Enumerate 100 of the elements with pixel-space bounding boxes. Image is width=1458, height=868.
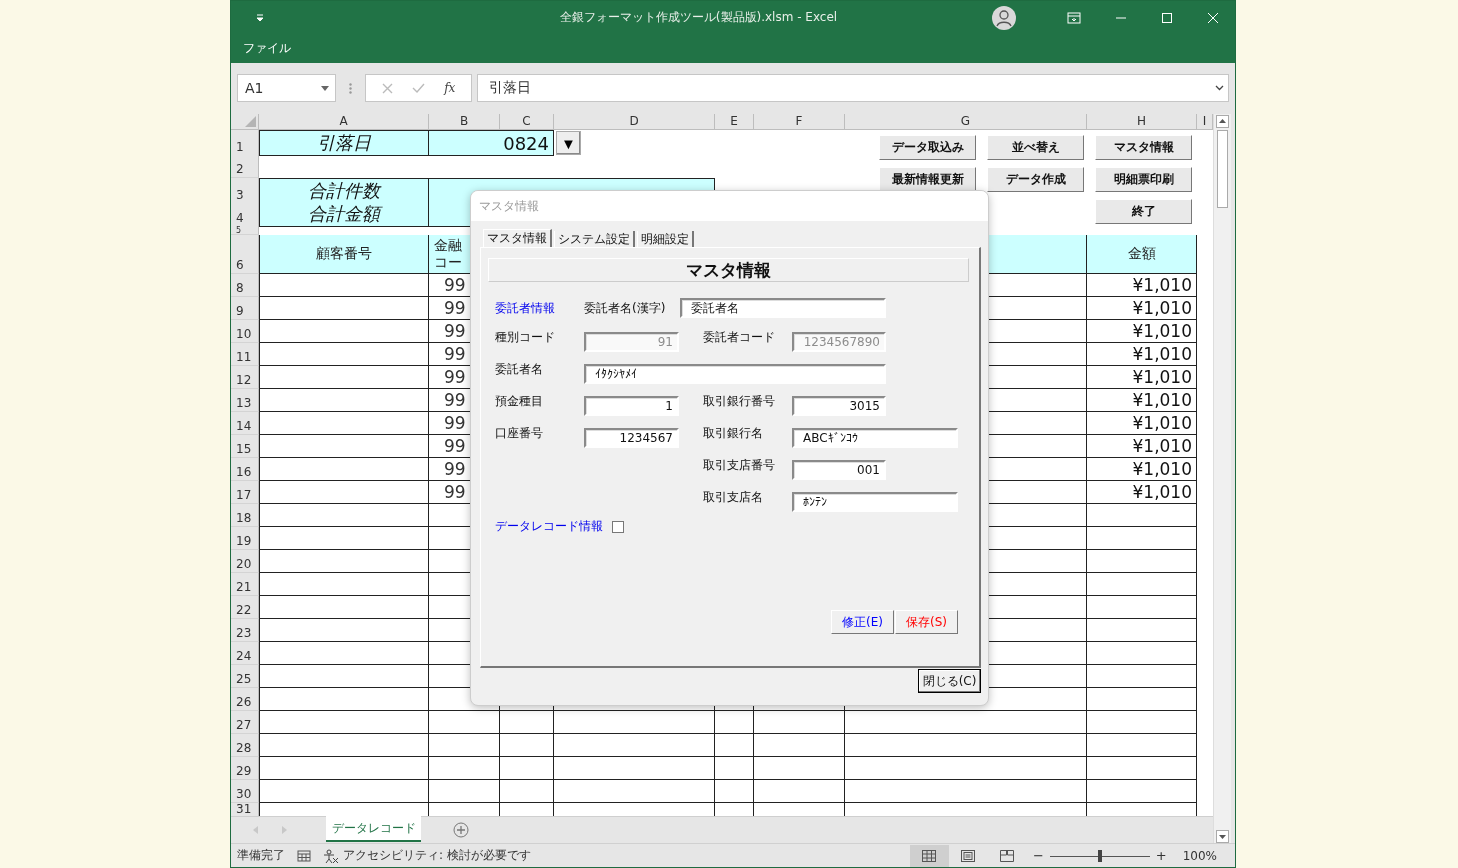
row-header[interactable]: 15	[231, 435, 259, 459]
row-header[interactable]: 11	[231, 343, 259, 367]
row-header[interactable]: 28	[231, 734, 259, 758]
zoom-slider[interactable]	[1049, 848, 1150, 863]
scroll-down-icon[interactable]	[1216, 830, 1229, 844]
row-header[interactable]: 2	[231, 154, 259, 179]
sheet-tab[interactable]: データレコード	[326, 816, 421, 843]
row-header[interactable]: 8	[231, 274, 259, 298]
column-header[interactable]: C	[500, 114, 554, 130]
row-header[interactable]: 24	[231, 642, 259, 666]
column-header[interactable]: H	[1087, 114, 1197, 130]
ribbon-display-icon[interactable]	[1067, 11, 1081, 24]
file-menu[interactable]: ファイル	[243, 40, 291, 58]
accessibility-status[interactable]: アクセシビリティ: 検討が必要です	[343, 847, 531, 865]
caret-icon	[321, 85, 329, 91]
page-break-icon	[1000, 849, 1015, 862]
row-header[interactable]: 26	[231, 688, 259, 712]
insert-function-button[interactable]: fx	[444, 81, 456, 96]
dropdown-button[interactable]: ▼	[556, 131, 581, 156]
accessibility-icon[interactable]	[323, 848, 339, 863]
row-header[interactable]: 12	[231, 366, 259, 390]
close-icon[interactable]	[1207, 11, 1219, 24]
row-header[interactable]: 3	[231, 178, 259, 205]
text-field[interactable]: ﾎﾝﾃﾝ	[792, 492, 958, 512]
column-header[interactable]: F	[754, 114, 845, 130]
table-cell: ¥1,010	[1087, 435, 1197, 459]
row-header[interactable]: 18	[231, 504, 259, 528]
row-header[interactable]: 31	[231, 803, 259, 817]
column-header[interactable]: G	[845, 114, 1087, 130]
zoom-level[interactable]: 100%	[1182, 848, 1217, 863]
user-icon[interactable]	[992, 5, 1016, 30]
close-button[interactable]: 閉じる(C)	[918, 669, 981, 693]
sheet-button[interactable]: 終了	[1095, 199, 1192, 225]
window-title: 全銀フォーマット作成ツール(製品版).xlsm - Excel	[558, 9, 839, 27]
cell-mode-icon[interactable]	[297, 849, 311, 862]
sheet-button[interactable]: 明細票印刷	[1095, 167, 1192, 193]
expand-icon[interactable]	[1215, 85, 1224, 92]
text-field[interactable]: 3015	[792, 396, 886, 416]
name-box[interactable]: A1	[237, 74, 336, 103]
column-header[interactable]: A	[259, 114, 429, 130]
table-cell	[715, 734, 754, 758]
page-layout-icon	[961, 849, 976, 862]
row-header[interactable]: 14	[231, 412, 259, 436]
tab[interactable]: システム設定	[554, 231, 635, 247]
sheet-button[interactable]: マスタ情報	[1095, 135, 1192, 161]
row-header[interactable]: 30	[231, 780, 259, 804]
row-header[interactable]: 23	[231, 619, 259, 643]
form-button[interactable]: 修正(E)	[831, 610, 894, 634]
text-field[interactable]: ｲﾀｸｼﾔﾒｲ	[584, 364, 886, 384]
row-header[interactable]: 20	[231, 550, 259, 574]
vertical-scrollbar[interactable]	[1213, 114, 1231, 844]
table-cell	[429, 757, 500, 781]
zoom-thumb[interactable]	[1097, 849, 1102, 862]
row-header[interactable]: 25	[231, 665, 259, 689]
dialog-title: マスタ情報	[479, 197, 539, 215]
field-label: 取引支店名	[703, 489, 764, 506]
row-header[interactable]: 16	[231, 458, 259, 482]
scroll-up-icon[interactable]	[1216, 115, 1229, 129]
column-header[interactable]: D	[554, 114, 715, 130]
check-icon[interactable]	[411, 83, 425, 94]
row-header[interactable]: 17	[231, 481, 259, 505]
row-header[interactable]: 19	[231, 527, 259, 551]
row-header[interactable]: 29	[231, 757, 259, 781]
zoom-out-button[interactable]: −	[1032, 848, 1044, 864]
text-field[interactable]: 1234567	[584, 428, 679, 448]
add-sheet-icon[interactable]	[453, 822, 469, 839]
text-field[interactable]: 1	[584, 396, 679, 416]
column-header[interactable]: B	[429, 114, 500, 130]
row-header[interactable]: 5	[231, 226, 259, 236]
sheet-button[interactable]: 最新情報更新	[879, 167, 976, 193]
sheet-button[interactable]: データ取込み	[879, 135, 976, 161]
scroll-thumb[interactable]	[1217, 130, 1228, 209]
row-header[interactable]: 21	[231, 573, 259, 597]
text-field[interactable]: ABCｷﾞﾝｺｳ	[792, 428, 958, 448]
row-header[interactable]: 6	[231, 235, 259, 275]
customize-icon[interactable]	[255, 13, 265, 22]
view-button[interactable]	[909, 844, 949, 867]
table-cell: ¥1,010	[1087, 297, 1197, 321]
table-cell: ¥1,010	[1087, 389, 1197, 413]
sheet-button[interactable]: データ作成	[987, 167, 1084, 193]
row-header[interactable]: 13	[231, 389, 259, 413]
text-field[interactable]: 001	[792, 460, 886, 480]
row-header[interactable]: 22	[231, 596, 259, 620]
column-header[interactable]: E	[715, 114, 754, 130]
sheet-button[interactable]: 並べ替え	[987, 135, 1084, 161]
checkbox[interactable]	[612, 520, 624, 533]
form-button[interactable]: 保存(S)	[895, 610, 958, 634]
text-field[interactable]: 委託者名	[680, 298, 886, 318]
formula-field[interactable]: 引落日	[477, 74, 1229, 103]
row-header[interactable]: 27	[231, 711, 259, 735]
tab[interactable]: 明細設定	[637, 231, 694, 247]
maximize-icon[interactable]	[1161, 11, 1173, 24]
table-cell	[429, 734, 500, 758]
row-header[interactable]: 1	[231, 130, 259, 157]
table-cell	[500, 711, 554, 735]
row-header[interactable]: 9	[231, 297, 259, 321]
zoom-in-button[interactable]: +	[1155, 848, 1167, 864]
field-label: 取引銀行番号	[703, 393, 776, 410]
status-text: 準備完了	[237, 847, 285, 865]
row-header[interactable]: 10	[231, 320, 259, 344]
